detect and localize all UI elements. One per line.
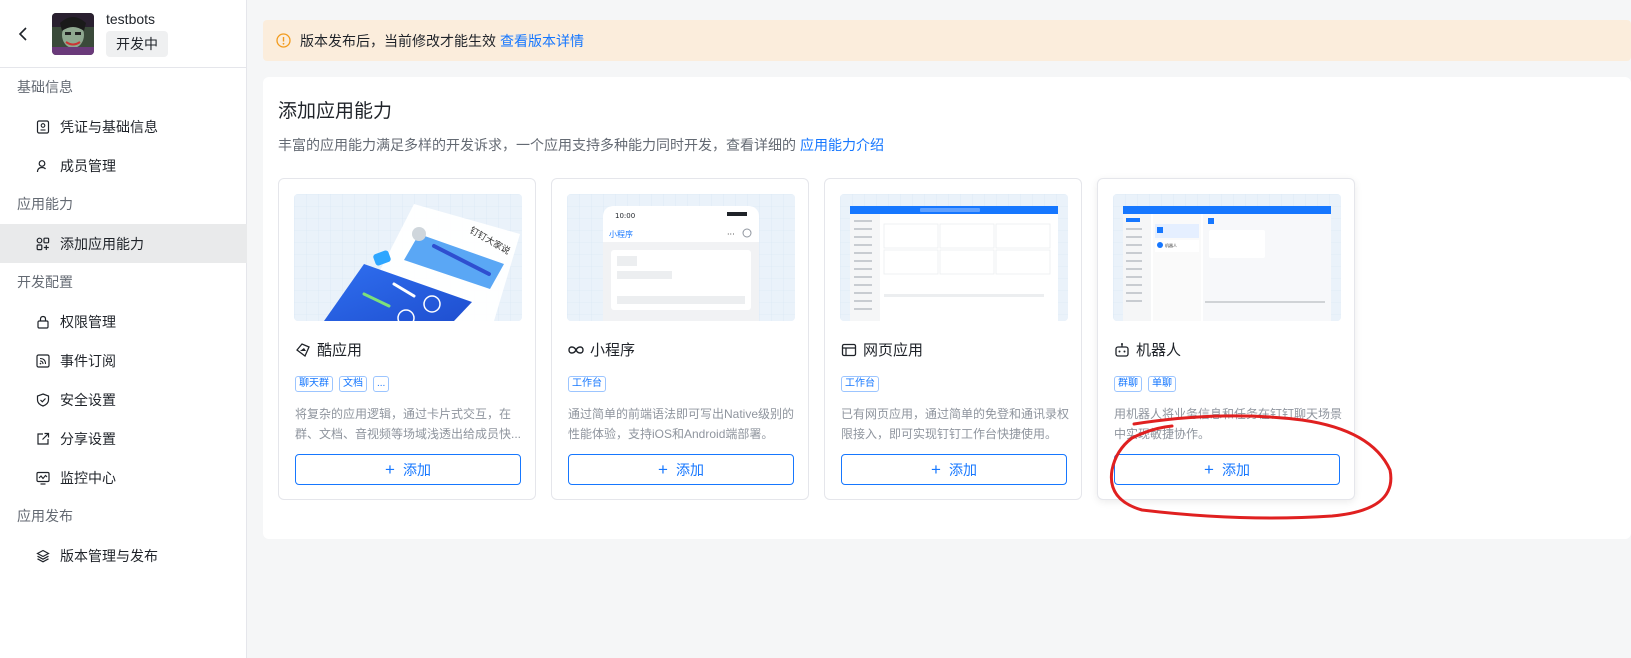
info-icon xyxy=(276,33,291,48)
sidebar-item-add-capability[interactable]: 添加应用能力 xyxy=(0,224,247,263)
sidebar-item-security[interactable]: 安全设置 xyxy=(0,380,246,419)
web-app-icon xyxy=(841,342,857,358)
mini-program-preview-time: 10:00 xyxy=(615,212,635,220)
tag: 工作台 xyxy=(568,376,606,392)
main-panel: 添加应用能力 丰富的应用能力满足多样的开发诉求，一个应用支持多种能力同时开发，查… xyxy=(263,77,1631,539)
plus-icon: + xyxy=(1204,459,1214,479)
card-title-text: 网页应用 xyxy=(863,342,924,359)
sidebar-item-monitor[interactable]: 监控中心 xyxy=(0,458,246,497)
card-tags: 群聊 单聊 xyxy=(1114,376,1176,392)
sidebar-item-share[interactable]: 分享设置 xyxy=(0,419,246,458)
app-name: testbots xyxy=(106,10,156,27)
sidebar-item-label: 安全设置 xyxy=(60,391,116,408)
card-tags: 工作台 xyxy=(568,376,606,392)
cool-app-preview-image: 钉钉大家说 xyxy=(294,194,522,321)
sidebar-item-label: 添加应用能力 xyxy=(60,235,144,252)
capability-card-cool-app: 钉钉大家说 酷应用 聊天群 文档 ... 将复杂的应用逻辑，通过卡片式交互，在群… xyxy=(278,178,536,500)
capability-intro-link[interactable]: 应用能力介绍 xyxy=(800,137,884,153)
mini-program-preview-title: 小程序 xyxy=(609,229,633,239)
add-button-label: 添加 xyxy=(402,461,431,478)
sidebar-item-members[interactable]: 成员管理 xyxy=(0,146,246,185)
card-title: 网页应用 xyxy=(841,339,923,360)
tag-more[interactable]: ... xyxy=(373,376,390,392)
banner-text: 版本发布后，当前修改才能生效 xyxy=(300,32,496,49)
card-title-text: 酷应用 xyxy=(317,342,363,359)
sidebar-item-versions[interactable]: 版本管理与发布 xyxy=(0,536,246,575)
card-title: 酷应用 xyxy=(295,339,362,360)
release-notice-banner: 版本发布后，当前修改才能生效 查看版本详情 xyxy=(263,20,1631,61)
shield-icon xyxy=(36,392,50,407)
sidebar-item-events[interactable]: 事件订阅 xyxy=(0,341,246,380)
sidebar-item-label: 事件订阅 xyxy=(60,352,116,369)
add-button-label: 添加 xyxy=(948,461,977,478)
group-title-basic: 基础信息 xyxy=(17,79,73,95)
monitor-icon xyxy=(36,471,50,485)
view-version-details-link[interactable]: 查看版本详情 xyxy=(500,31,584,51)
card-title-text: 机器人 xyxy=(1136,342,1182,359)
sidebar-item-label: 版本管理与发布 xyxy=(60,547,158,564)
user-icon xyxy=(36,159,50,173)
card-title: 小程序 xyxy=(568,339,635,360)
group-title-release: 应用发布 xyxy=(17,508,73,524)
add-mini-program-button[interactable]: + 添加 xyxy=(568,454,794,485)
plus-icon: + xyxy=(658,459,668,479)
plus-icon: + xyxy=(931,459,941,479)
layers-icon xyxy=(36,549,50,563)
tag: 文档 xyxy=(339,376,367,392)
capability-card-mini-program: 10:00 小程序 ··· 小程序 工作台 通过简单的前端语法即可写出Nativ… xyxy=(551,178,809,500)
tag: 聊天群 xyxy=(295,376,333,392)
card-title: 机器人 xyxy=(1114,339,1181,360)
svg-text:···: ··· xyxy=(727,230,735,239)
add-button-label: 添加 xyxy=(1221,461,1250,478)
card-description: 通过简单的前端语法即可写出Native级别的性能体验，支持iOS和Android… xyxy=(568,407,795,441)
sidebar-item-label: 分享设置 xyxy=(60,430,116,447)
capability-card-robot: 机器人 机器人 群聊 单聊 用机器人将业务信息和任务在钉钉聊天场景中实现敏捷协作… xyxy=(1097,178,1355,500)
card-title-text: 小程序 xyxy=(590,342,636,359)
sidebar-item-label: 成员管理 xyxy=(60,157,116,174)
credential-icon xyxy=(36,119,50,134)
sidebar-item-label: 监控中心 xyxy=(60,469,116,486)
sidebar: testbots 开发中 基础信息 凭证与基础信息 成员管理 应用能力 添加应用… xyxy=(0,0,247,658)
back-button[interactable] xyxy=(0,0,46,68)
page-title: 添加应用能力 xyxy=(278,101,393,122)
robot-preview-image: 机器人 xyxy=(1113,194,1341,321)
app-status-badge: 开发中 xyxy=(106,30,168,57)
add-cool-app-button[interactable]: + 添加 xyxy=(295,454,521,485)
card-tags: 聊天群 文档 ... xyxy=(295,376,390,392)
share-icon xyxy=(36,432,50,446)
lock-icon xyxy=(36,315,50,329)
add-web-app-button[interactable]: + 添加 xyxy=(841,454,1067,485)
plus-icon: + xyxy=(385,459,395,479)
web-app-preview-image xyxy=(840,194,1068,321)
tag: 群聊 xyxy=(1114,376,1142,392)
add-robot-button[interactable]: + 添加 xyxy=(1114,454,1340,485)
sidebar-item-permissions[interactable]: 权限管理 xyxy=(0,302,246,341)
sidebar-item-credentials[interactable]: 凭证与基础信息 xyxy=(0,107,246,146)
sidebar-item-label: 凭证与基础信息 xyxy=(60,118,158,135)
group-title-capabilities: 应用能力 xyxy=(17,196,73,212)
apps-add-icon xyxy=(36,237,50,251)
avatar xyxy=(52,12,94,55)
page-description: 丰富的应用能力满足多样的开发诉求，一个应用支持多种能力同时开发，查看详细的 应用能… xyxy=(278,135,884,155)
cool-app-icon xyxy=(295,342,311,358)
tag: 单聊 xyxy=(1148,376,1176,392)
rss-icon xyxy=(36,353,50,368)
sidebar-item-label: 权限管理 xyxy=(60,313,116,330)
mini-program-preview-image: 10:00 小程序 ··· xyxy=(567,194,795,321)
group-title-dev-config: 开发配置 xyxy=(17,274,73,290)
robot-preview-text: 机器人 xyxy=(1165,242,1177,248)
description-text: 丰富的应用能力满足多样的开发诉求，一个应用支持多种能力同时开发，查看详细的 xyxy=(278,137,796,153)
card-description: 用机器人将业务信息和任务在钉钉聊天场景中实现敏捷协作。 xyxy=(1114,407,1342,441)
card-tags: 工作台 xyxy=(841,376,879,392)
chevron-left-icon xyxy=(18,26,27,41)
card-description: 已有网页应用，通过简单的免登和通讯录权限接入，即可实现钉钉工作台快捷使用。 xyxy=(841,407,1069,441)
capability-card-web-app: 网页应用 工作台 已有网页应用，通过简单的免登和通讯录权限接入，即可实现钉钉工作… xyxy=(824,178,1082,500)
robot-icon xyxy=(1114,342,1130,358)
tag: 工作台 xyxy=(841,376,879,392)
add-button-label: 添加 xyxy=(675,461,704,478)
mini-program-icon xyxy=(568,342,584,358)
card-description: 将复杂的应用逻辑，通过卡片式交互，在群、文档、音视频等场域浅透出给成员快... xyxy=(295,407,522,441)
app-header: testbots 开发中 xyxy=(0,0,246,68)
